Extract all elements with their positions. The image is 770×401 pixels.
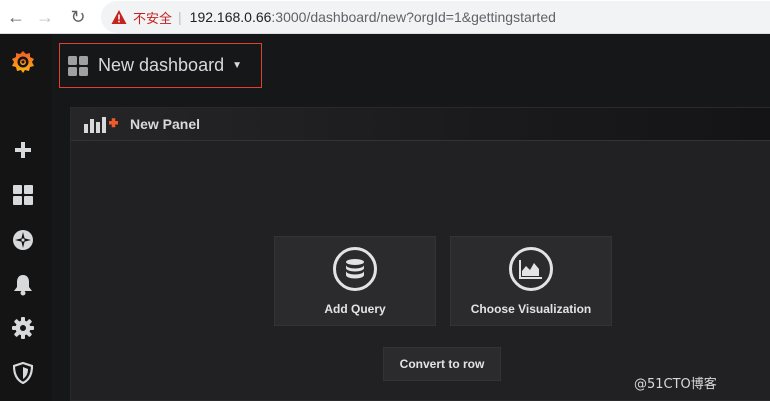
address-separator: | (178, 9, 182, 25)
caret-down-icon: ▼ (232, 60, 242, 71)
back-arrow-icon: ← (7, 6, 25, 27)
add-panel-icon (84, 117, 118, 133)
grafana-logo-icon[interactable] (8, 47, 38, 77)
add-query-label: Add Query (324, 302, 386, 316)
dashboard-grid-icon (68, 55, 88, 76)
side-menu (0, 34, 52, 401)
dashboard-navbar: New dashboard ▼ (52, 34, 770, 92)
choose-visualization-button[interactable]: Choose Visualization (450, 236, 612, 326)
configuration-gear-icon[interactable] (10, 315, 36, 341)
not-secure-label[interactable]: 不安全 (133, 8, 172, 27)
reload-button[interactable]: ↻ (66, 5, 90, 29)
dashboard-picker-button[interactable]: New dashboard ▼ (59, 43, 262, 88)
server-admin-shield-icon[interactable] (10, 360, 36, 386)
reload-icon: ↻ (70, 6, 86, 27)
forward-button[interactable]: → (33, 5, 57, 29)
choose-visualization-label: Choose Visualization (470, 302, 592, 316)
back-button[interactable]: ← (4, 5, 28, 29)
forward-arrow-icon: → (36, 6, 54, 27)
panel-header[interactable]: New Panel (71, 108, 770, 141)
visualization-chart-icon (509, 247, 553, 291)
dashboards-icon[interactable] (10, 182, 36, 208)
alerting-bell-icon[interactable] (10, 272, 36, 298)
url-path: :3000/dashboard/new?orgId=1&gettingstart… (271, 9, 556, 25)
database-icon (333, 247, 377, 291)
add-query-button[interactable]: Add Query (274, 236, 436, 326)
plus-icon[interactable] (10, 137, 36, 163)
panel-title: New Panel (130, 116, 201, 132)
dashboard-title: New dashboard (98, 55, 225, 75)
convert-to-row-button[interactable]: Convert to row (383, 347, 501, 381)
watermark: @51CTO博客 (634, 377, 717, 392)
warning-icon (111, 10, 127, 24)
new-panel: New Panel Add Query Choose Visualization… (70, 107, 770, 401)
browser-toolbar: ← → ↻ 不安全 | 192.168.0.66:3000/dashboard/… (0, 0, 770, 34)
explore-compass-icon[interactable] (10, 227, 36, 253)
main-content: New dashboard ▼ New Panel Add Query Choo… (52, 34, 770, 401)
url-host: 192.168.0.66 (189, 9, 272, 25)
address-bar[interactable]: 不安全 | 192.168.0.66:3000/dashboard/new?or… (101, 1, 770, 33)
convert-to-row-label: Convert to row (399, 357, 485, 371)
